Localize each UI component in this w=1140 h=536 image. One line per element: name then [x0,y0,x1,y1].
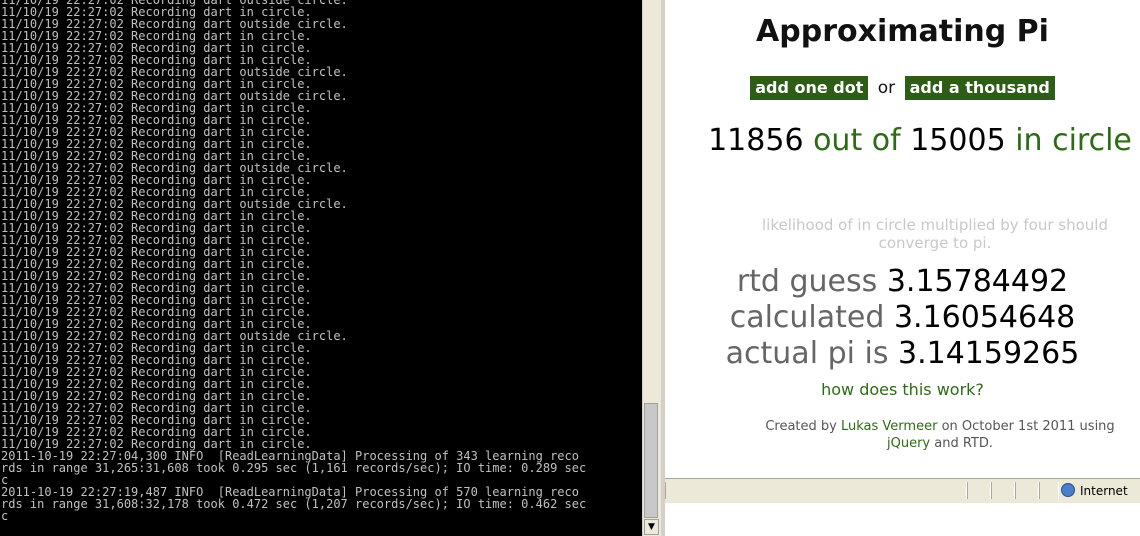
explanation-text: likelihood of in circle multiplied by fo… [761,216,1108,252]
add-thousand-button[interactable]: add a thousand [904,76,1055,100]
out-of-label: out of [813,123,901,158]
calculated-row: calculated 3.16054648 [665,300,1140,336]
console-window: 11/10/19 22:27:02 Recording dart outside… [0,0,642,536]
security-zone: Internet [1061,482,1128,500]
rtd-guess-value: 3.15784492 [886,264,1069,299]
calculated-label: calculated [729,300,885,335]
console-line: rds in range 31,608:32,178 took 0.472 se… [1,497,587,511]
rtd-guess-row: rtd guess 3.15784492 [665,264,1140,300]
credits-date: on October 1st 2011 using [941,419,1115,434]
credits-and-rtd: and RTD. [934,436,994,451]
page-content: Approximating Pi add one dot or add a th… [665,0,1140,478]
actual-pi-row: actual pi is 3.14159265 [665,336,1140,372]
dot-counts: 11856 out of 15005 in circle [705,122,1135,160]
scroll-down-arrow-icon[interactable]: ▼ [644,519,659,535]
desktop-area [665,503,1140,536]
total-count: 15005 [910,123,1006,158]
actual-pi-value: 3.14159265 [898,336,1080,371]
rtd-guess-label: rtd guess [736,264,878,299]
browser-window: Approximating Pi add one dot or add a th… [665,0,1140,536]
status-text-pane [665,482,967,499]
status-bar: Internet [665,478,1140,503]
page-title: Approximating Pi [756,14,1049,49]
console-line: rds in range 31,265:31,608 took 0.295 se… [1,461,587,475]
status-pane [1039,482,1059,499]
globe-icon [1061,483,1075,497]
credits: Created by Lukas Vermeer on October 1st … [745,418,1135,452]
in-circle-label: in circle [1015,123,1132,158]
jquery-link[interactable]: jQuery [887,436,930,451]
in-circle-count: 11856 [708,123,804,158]
author-link[interactable]: Lukas Vermeer [841,419,937,434]
console-output: 11/10/19 22:27:02 Recording dart outside… [0,0,586,522]
console-scrollbar-thumb[interactable] [644,403,658,518]
status-pane [1015,482,1039,499]
calculated-value: 3.16054648 [893,300,1076,335]
pi-estimates: rtd guess 3.15784492 calculated 3.160546… [665,264,1140,372]
status-pane [991,482,1015,499]
console-line: c [1,509,9,523]
or-label: or [877,78,896,98]
actual-pi-label: actual pi is [725,336,889,371]
dot-controls: add one dot or add a thousand [665,76,1140,100]
security-zone-label: Internet [1080,484,1128,498]
status-pane [967,482,991,499]
console-scrollbar[interactable]: ▼ [642,0,661,536]
how-does-this-work-link[interactable]: how does this work? [665,380,1140,399]
add-one-dot-button[interactable]: add one dot [750,76,869,100]
credits-created-by: Created by [765,419,837,434]
